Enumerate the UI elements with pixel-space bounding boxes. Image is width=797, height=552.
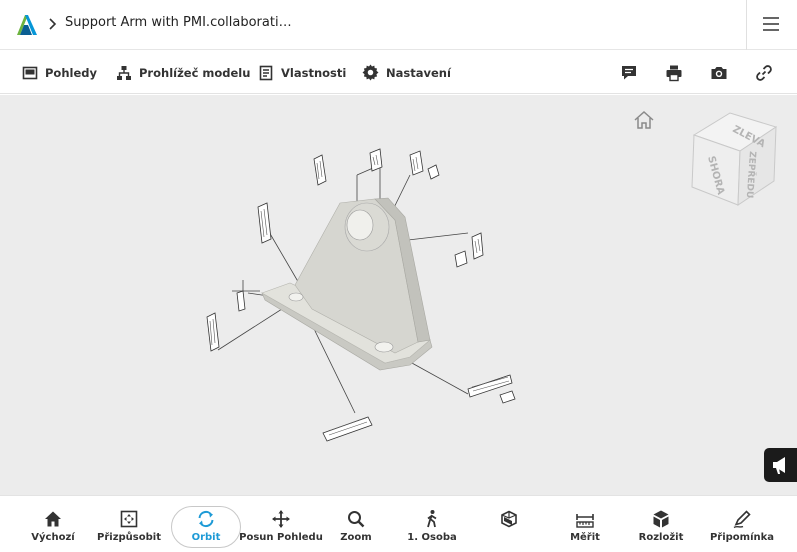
viewer-toolbar: Pohledy Prohlížeč modelu Vlastnosti Nast… — [0, 51, 797, 94]
megaphone-icon — [773, 457, 785, 474]
views-button[interactable]: Pohledy — [22, 51, 97, 94]
settings-button[interactable]: Nastavení — [362, 51, 451, 94]
zoom-label: Zoom — [340, 532, 372, 543]
hamburger-menu-icon[interactable] — [762, 15, 780, 33]
zoom-button[interactable]: Zoom — [335, 496, 377, 552]
orbit-icon — [198, 510, 214, 528]
chevron-right-icon — [49, 18, 57, 30]
markup-button[interactable]: Připomínka — [710, 496, 774, 552]
home-button[interactable]: Výchozí — [28, 496, 78, 552]
model-browser-icon — [117, 65, 131, 80]
section-icon — [501, 510, 517, 528]
pan-label: Posun Pohledu — [239, 532, 323, 543]
views-label: Pohledy — [45, 65, 97, 80]
support-arm-part[interactable] — [261, 197, 433, 371]
properties-icon — [259, 65, 273, 80]
home-label: Výchozí — [31, 532, 75, 543]
navigation-toolbar: Výchozí Přizpůsobit Orbit Posun Pohledu … — [0, 495, 797, 552]
document-title: Support Arm with PMI.collaborati… — [65, 15, 292, 30]
measure-button[interactable]: Měřit — [564, 496, 606, 552]
link-icon[interactable] — [755, 64, 773, 82]
settings-label: Nastavení — [386, 65, 451, 80]
pan-button[interactable]: Posun Pohledu — [239, 496, 323, 552]
markup-icon — [733, 510, 751, 529]
explode-button[interactable]: Rozložit — [636, 496, 686, 552]
zoom-icon — [348, 511, 365, 528]
model-browser-button[interactable]: Prohlížeč modelu — [116, 51, 250, 94]
fit-icon — [120, 510, 138, 528]
explode-icon — [653, 510, 669, 528]
header-divider — [746, 0, 747, 50]
measure-icon — [576, 514, 594, 528]
print-icon[interactable] — [665, 64, 683, 82]
app-header: Support Arm with PMI.collaborati… — [0, 0, 797, 50]
fit-button[interactable]: Přizpůsobit — [97, 496, 161, 552]
model-viewport[interactable]: ZLEVA SHORA ZEPŘEDU — [0, 95, 797, 495]
properties-button[interactable]: Vlastnosti — [258, 51, 346, 94]
support-arm-model[interactable] — [0, 95, 797, 495]
first-person-button[interactable]: 1. Osoba — [405, 496, 459, 552]
comment-icon[interactable] — [620, 64, 638, 82]
first-person-label: 1. Osoba — [407, 532, 457, 543]
feedback-button[interactable] — [764, 448, 797, 482]
camera-icon[interactable] — [710, 64, 728, 82]
section-button[interactable] — [489, 496, 529, 552]
views-icon — [22, 66, 38, 79]
explode-label: Rozložit — [638, 532, 684, 543]
first-person-icon — [427, 510, 437, 528]
autodesk-logo-icon[interactable] — [15, 13, 39, 37]
pan-icon — [272, 510, 290, 528]
fit-label: Přizpůsobit — [97, 532, 161, 543]
orbit-button[interactable]: Orbit — [181, 496, 231, 552]
measure-label: Měřit — [570, 532, 600, 543]
orbit-label: Orbit — [191, 532, 221, 543]
home-view-icon[interactable] — [632, 109, 656, 131]
properties-label: Vlastnosti — [281, 65, 347, 80]
home-icon — [45, 511, 61, 527]
gear-icon — [362, 64, 379, 81]
markup-label: Připomínka — [709, 532, 775, 543]
viewcube[interactable]: ZLEVA SHORA ZEPŘEDU — [688, 109, 780, 209]
model-browser-label: Prohlížeč modelu — [139, 65, 251, 80]
